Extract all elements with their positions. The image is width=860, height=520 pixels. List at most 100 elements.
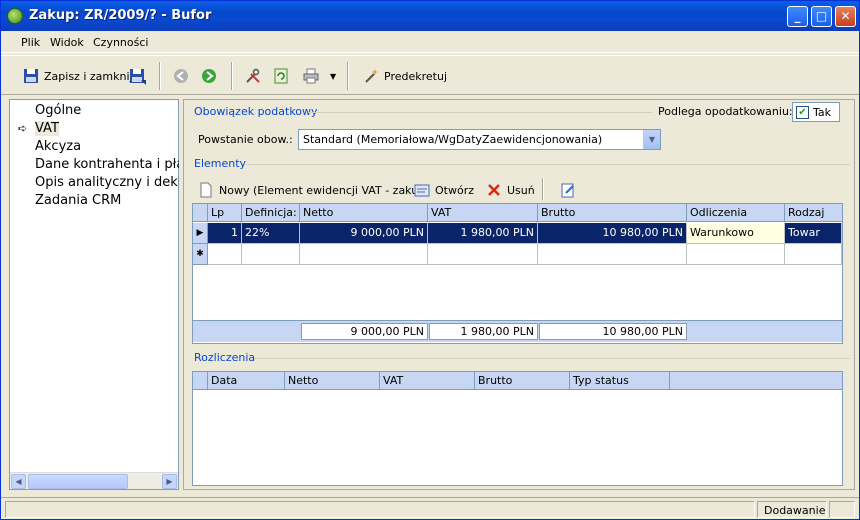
edit-button[interactable]: [560, 178, 576, 202]
nav-item-opis-analityczny[interactable]: Opis analityczny i dekret: [35, 175, 179, 190]
title-bar[interactable]: Zakup: ZR/2009/? - Bufor _ □ ✕: [1, 1, 859, 31]
col-header-netto[interactable]: Netto: [285, 372, 380, 390]
scroll-right-icon[interactable]: ▶: [162, 474, 177, 489]
resize-grip-icon[interactable]: [829, 501, 855, 518]
new-row-cell[interactable]: [300, 244, 428, 265]
row-indicator-header: [193, 204, 208, 222]
nav-item-ogolne[interactable]: Ogólne: [35, 103, 179, 118]
tools-icon: [245, 68, 261, 84]
totals-row: 9 000,00 PLN 1 980,00 PLN 10 980,00 PLN: [193, 320, 842, 342]
menu-bar: Plik Widok Czynności: [1, 31, 859, 53]
new-row-cell[interactable]: [687, 244, 785, 265]
save-close-button[interactable]: Zapisz i zamknij: [23, 64, 133, 88]
toolbar-separator: [159, 62, 161, 90]
col-header-brutto[interactable]: Brutto: [475, 372, 570, 390]
printer-icon: [303, 68, 319, 84]
menu-czynnosci[interactable]: Czynności: [93, 36, 148, 49]
nav-horizontal-scrollbar[interactable]: ◀ ▶: [10, 472, 178, 489]
row-indicator-header: [193, 372, 208, 390]
save-button[interactable]: [129, 64, 146, 88]
new-row-cell[interactable]: [242, 244, 300, 265]
forward-button[interactable]: [201, 64, 217, 88]
nav-item-akcyza[interactable]: Akcyza: [35, 139, 179, 154]
status-panel-main: [5, 501, 755, 518]
group-divider: [254, 358, 850, 359]
new-document-icon: [198, 182, 214, 198]
col-header-data[interactable]: Data: [208, 372, 285, 390]
delete-label: Usuń: [507, 183, 535, 197]
powstanie-select[interactable]: Standard (Memoriałowa/WgDatyZaewidencjon…: [298, 129, 661, 150]
window-title: Zakup: ZR/2009/? - Bufor: [29, 8, 212, 23]
total-netto: 9 000,00 PLN: [301, 323, 428, 340]
close-button[interactable]: ✕: [835, 6, 856, 27]
col-header-odliczenia[interactable]: Odliczenia: [687, 204, 785, 222]
cell-definicja[interactable]: 22%: [242, 223, 300, 244]
status-mode: Dodawanie: [757, 501, 827, 518]
toolbar-separator: [231, 62, 233, 90]
refresh-button[interactable]: [273, 64, 289, 88]
new-element-button[interactable]: Nowy (Element ewidencji VAT - zakup): [198, 178, 429, 202]
col-header-lp[interactable]: Lp: [208, 204, 242, 222]
vat-panel: Obowiązek podatkowy Podlega opodatkowani…: [183, 99, 855, 490]
total-vat: 1 980,00 PLN: [429, 323, 538, 340]
toolbar: Zapisz i zamknij ▼ Predekretuj: [1, 55, 859, 95]
new-row-cell[interactable]: [208, 244, 242, 265]
total-brutto: 10 980,00 PLN: [539, 323, 687, 340]
edit-pencil-icon: [560, 182, 576, 198]
new-row-cell[interactable]: [538, 244, 687, 265]
powstanie-label: Powstanie obow.:: [198, 133, 293, 146]
open-label: Otwórz: [435, 183, 474, 197]
powstanie-value: Standard (Memoriałowa/WgDatyZaewidencjon…: [303, 133, 603, 146]
cell-netto[interactable]: 9 000,00 PLN: [300, 223, 428, 244]
col-header-typ-status[interactable]: Typ status: [570, 372, 670, 390]
new-row[interactable]: ✱: [193, 244, 842, 265]
chevron-down-icon[interactable]: ▼: [643, 130, 660, 149]
nav-item-dane-kontrahenta[interactable]: Dane kontrahenta i płatn: [35, 157, 179, 172]
wand-icon: [363, 68, 379, 84]
new-row-cell[interactable]: [785, 244, 842, 265]
new-row-cell[interactable]: [428, 244, 538, 265]
predekretuj-button[interactable]: Predekretuj: [363, 64, 447, 88]
cell-lp[interactable]: 1: [208, 223, 242, 244]
open-button[interactable]: Otwórz: [414, 178, 474, 202]
minimize-button[interactable]: _: [787, 6, 808, 27]
refresh-icon: [273, 68, 289, 84]
col-header-netto[interactable]: Netto: [300, 204, 428, 222]
podlega-label: Podlega opodatkowaniu:: [658, 105, 793, 118]
scroll-left-icon[interactable]: ◀: [11, 474, 26, 489]
podlega-checkbox[interactable]: ✔ Tak: [792, 102, 840, 122]
check-icon: ✔: [796, 105, 809, 119]
nav-item-vat[interactable]: VAT: [35, 121, 179, 136]
status-bar: Dodawanie: [1, 497, 859, 519]
col-header-brutto[interactable]: Brutto: [538, 204, 687, 222]
col-header-vat[interactable]: VAT: [428, 204, 538, 222]
rozliczenia-grid: Data Netto VAT Brutto Typ status: [192, 371, 843, 486]
new-element-label: Nowy (Element ewidencji VAT - zakup): [219, 183, 430, 197]
cell-vat[interactable]: 1 980,00 PLN: [428, 223, 538, 244]
chevron-down-icon[interactable]: ▼: [330, 72, 336, 81]
cell-odliczenia[interactable]: Warunkowo: [687, 223, 785, 244]
arrow-right-icon: [201, 68, 217, 84]
tools-button[interactable]: [245, 64, 261, 88]
main-window: Zakup: ZR/2009/? - Bufor _ □ ✕ Plik Wido…: [0, 0, 860, 520]
cell-brutto[interactable]: 10 980,00 PLN: [538, 223, 687, 244]
floppy-icon: [23, 68, 39, 84]
obowiazek-group-label: Obowiązek podatkowy: [194, 105, 318, 118]
scroll-thumb[interactable]: [28, 474, 128, 489]
table-row[interactable]: ▶ 1 22% 9 000,00 PLN 1 980,00 PLN 10 980…: [193, 223, 842, 244]
maximize-button[interactable]: □: [811, 6, 832, 27]
print-button[interactable]: ▼: [303, 64, 336, 88]
cell-rodzaj[interactable]: Towar: [785, 223, 842, 244]
col-header-rodzaj[interactable]: Rodzaj: [785, 204, 842, 222]
col-header-definicja[interactable]: Definicja:: [242, 204, 300, 222]
delete-button[interactable]: Usuń: [486, 178, 535, 202]
predekretuj-label: Predekretuj: [384, 69, 447, 83]
menu-plik[interactable]: Plik: [21, 36, 40, 49]
nav-item-zadania-crm[interactable]: Zadania CRM: [35, 193, 179, 208]
col-header-vat[interactable]: VAT: [380, 372, 475, 390]
group-divider: [246, 164, 850, 165]
back-button[interactable]: [173, 64, 189, 88]
menu-widok[interactable]: Widok: [50, 36, 84, 49]
section-nav: Ogólne ➪ VAT Akcyza Dane kontrahenta i p…: [9, 99, 179, 490]
group-divider: [308, 112, 652, 113]
